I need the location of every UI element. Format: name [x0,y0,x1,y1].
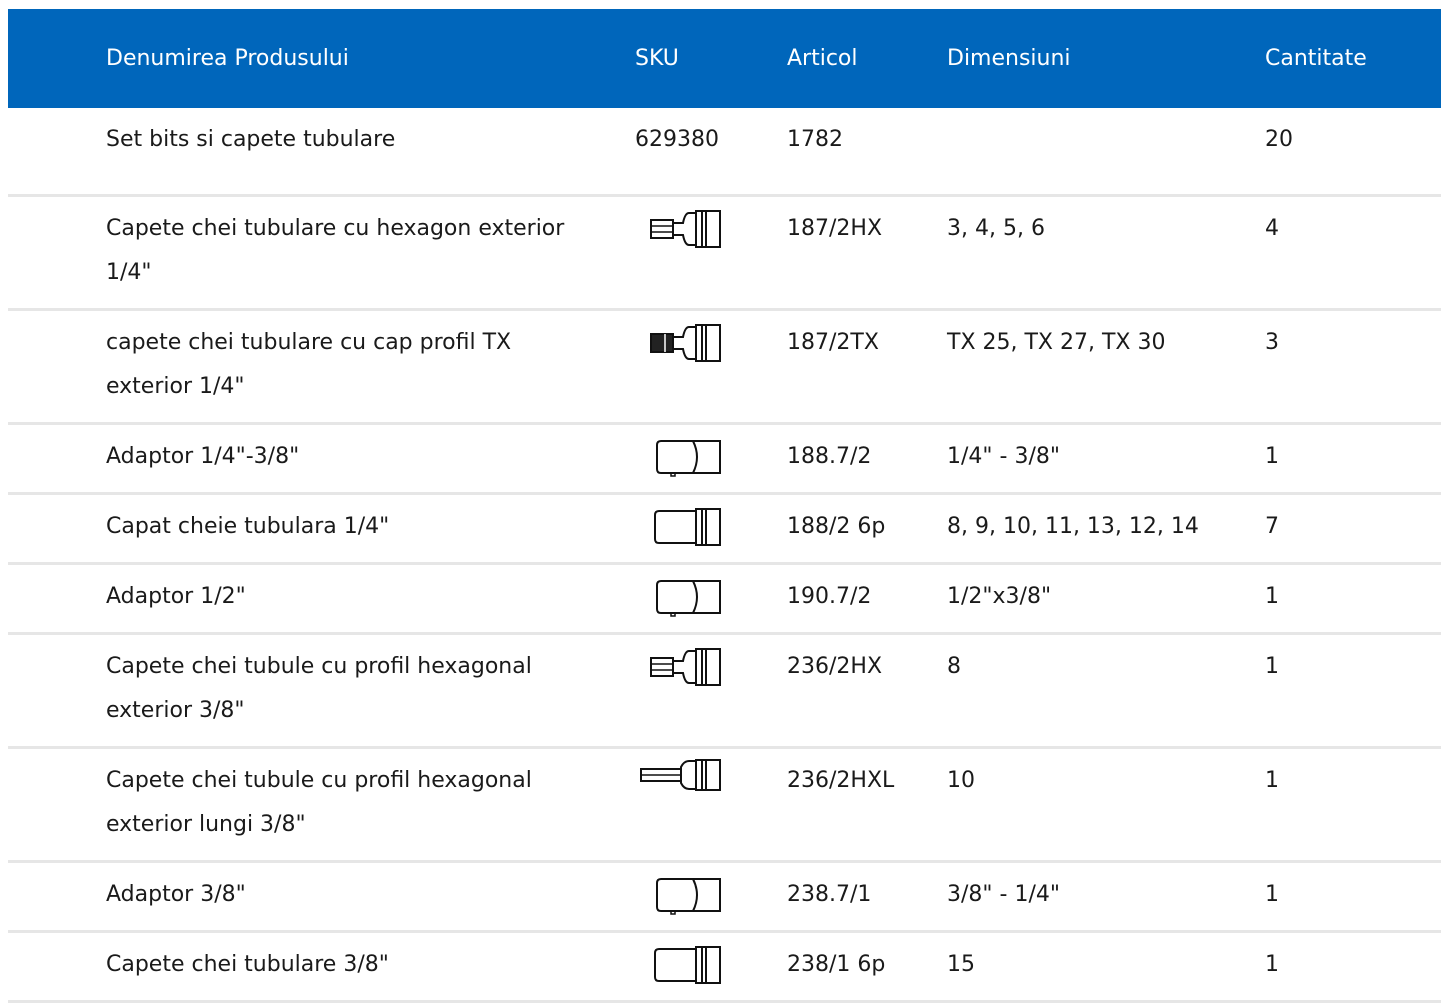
article-cell: 238.7/1 [787,882,872,907]
product-name-cell: Capete chei tubulare 3/8" [106,952,389,977]
article-cell: 1782 [787,127,843,152]
product-name-cell: Capete chei tubulare cu hexagon exterior… [106,216,565,285]
table-body: Set bits si capete tubulare 629380 1782 20 C… [8,108,1441,1003]
table-row: Adaptor 1/2" 190.7/2 1/2"x3/8" 1 [8,565,1441,635]
dimensions-cell: 3/8" - 1/4" [947,882,1060,907]
quantity-cell: 20 [1265,127,1293,152]
product-name-cell: capete chei tubulare cu cap profil TX ex… [106,330,512,399]
header-dimensions: Dimensiuni [947,46,1071,71]
quantity-cell: 3 [1265,330,1279,355]
quantity-cell: 1 [1265,768,1279,793]
article-cell: 187/2HX [787,216,883,241]
article-cell: 238/1 6p [787,952,886,977]
quantity-cell: 4 [1265,216,1279,241]
header-article: Articol [787,46,858,71]
sku-cell: 629380 [635,127,719,152]
table-row: Capete chei tubule cu profil hexagonal e… [8,635,1441,749]
article-cell: 190.7/2 [787,584,872,609]
article-cell: 236/2HXL [787,768,895,793]
quantity-cell: 7 [1265,514,1279,539]
adaptor-icon [635,435,735,479]
product-name-cell: Capat cheie tubulara 1/4" [106,514,390,539]
socket-icon [635,505,735,549]
product-name-cell: Adaptor 3/8" [106,882,246,907]
article-cell: 187/2TX [787,330,879,355]
header-sku: SKU [635,46,679,71]
dimensions-cell: 1/2"x3/8" [947,584,1052,609]
long-hex-bit-socket-icon [635,759,735,803]
product-name-cell: Set bits si capete tubulare [106,127,396,152]
table-row: Capete chei tubule cu profil hexagonal e… [8,749,1441,863]
table-row: Set bits si capete tubulare 629380 1782 20 [8,108,1441,197]
dimensions-cell: TX 25, TX 27, TX 30 [947,330,1166,355]
hex-bit-socket-icon [635,207,735,251]
quantity-cell: 1 [1265,654,1279,679]
quantity-cell: 1 [1265,952,1279,977]
dimensions-cell: 1/4" - 3/8" [947,444,1060,469]
table-row: Capat cheie tubulara 1/4" 188/2 6p 8, 9, 1… [8,495,1441,565]
product-name-cell: Capete chei tubule cu profil hexagonal e… [106,654,532,723]
header-product-name: Denumirea Produsului [106,46,349,71]
article-cell: 236/2HX [787,654,883,679]
product-name-cell: Adaptor 1/4"-3/8" [106,444,300,469]
dimensions-cell: 8 [947,654,961,679]
table-row: Adaptor 3/8" 238.7/1 3/8" - 1/4" 1 [8,863,1441,933]
quantity-cell: 1 [1265,584,1279,609]
article-cell: 188/2 6p [787,514,886,539]
product-name-cell: Capete chei tubule cu profil hexagonal e… [106,768,532,837]
table-row: Adaptor 1/4"-3/8" 188.7/2 1/4" - 3/8" 1 [8,425,1441,495]
table-header: Denumirea Produsului SKU Articol Dimensi… [8,9,1441,108]
quantity-cell: 1 [1265,882,1279,907]
product-table: Denumirea Produsului SKU Articol Dimensi… [8,9,1441,1003]
table-row: capete chei tubulare cu cap profil TX ex… [8,311,1441,425]
article-cell: 188.7/2 [787,444,872,469]
quantity-cell: 1 [1265,444,1279,469]
adaptor-icon [635,873,735,917]
header-quantity: Cantitate [1265,46,1367,71]
torx-bit-socket-icon [635,321,735,365]
dimensions-cell: 8, 9, 10, 11, 13, 12, 14 [947,514,1199,539]
table-row: Capete chei tubulare 3/8" 238/1 6p 15 1 [8,933,1441,1003]
dimensions-cell: 3, 4, 5, 6 [947,216,1045,241]
adaptor-icon [635,575,735,619]
product-name-cell: Adaptor 1/2" [106,584,246,609]
dimensions-cell: 15 [947,952,975,977]
socket-icon [635,943,735,987]
table-row: Capete chei tubulare cu hexagon exterior… [8,197,1441,311]
dimensions-cell: 10 [947,768,975,793]
hex-bit-socket-icon [635,645,735,689]
